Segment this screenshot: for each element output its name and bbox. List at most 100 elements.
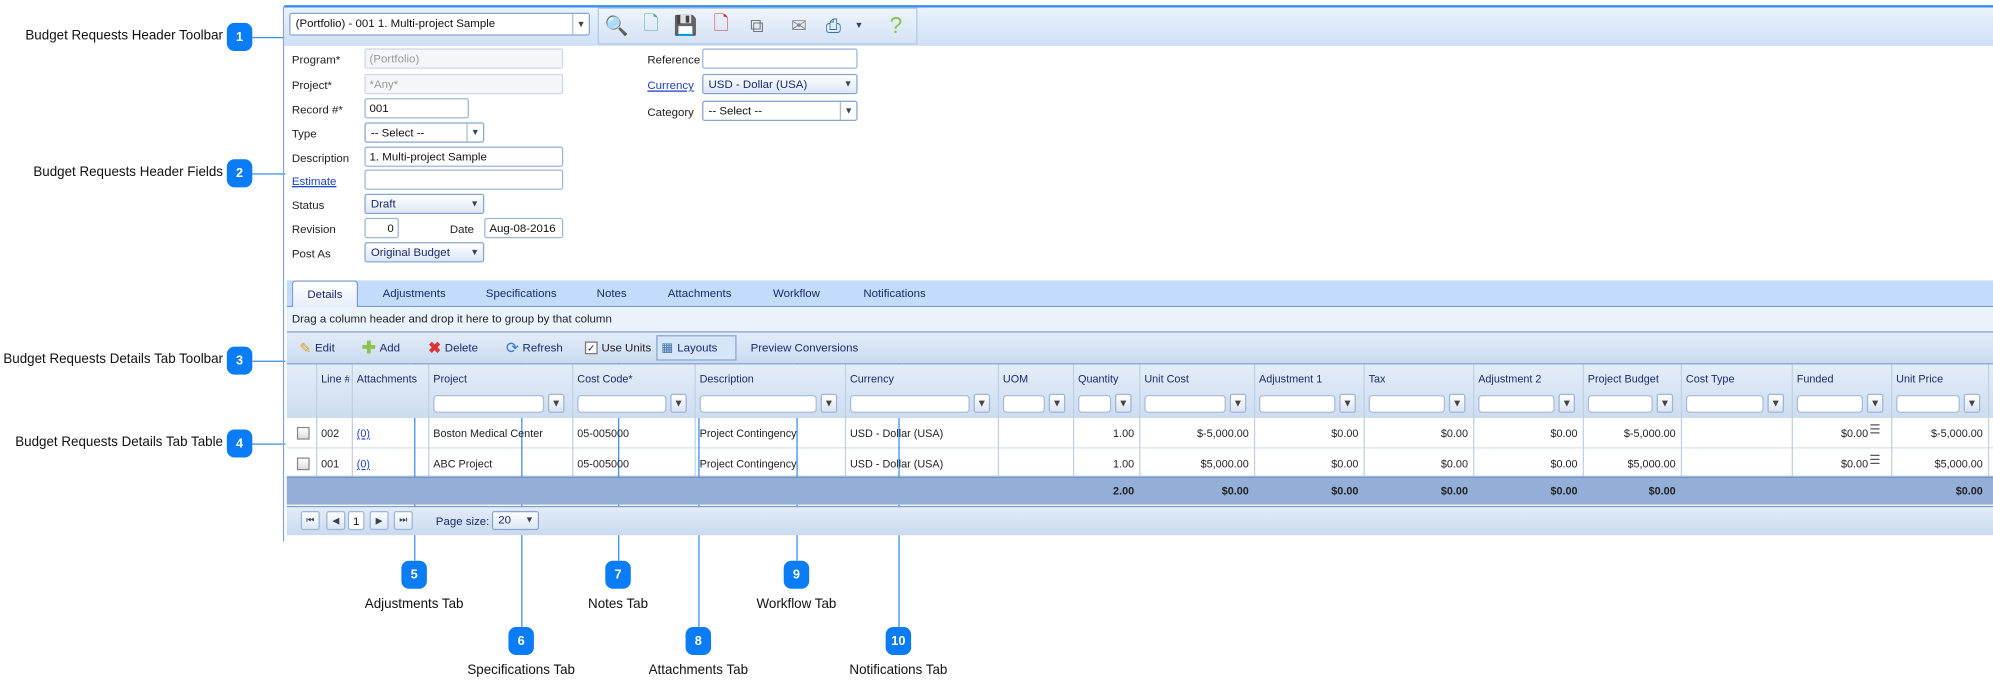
description-field[interactable]: 1. Multi-project Sample: [364, 146, 564, 167]
filter-icon[interactable]: ▼: [1656, 393, 1674, 413]
estimate-link[interactable]: Estimate: [292, 175, 337, 188]
row-checkbox[interactable]: [296, 457, 310, 471]
row-checkbox[interactable]: [296, 426, 310, 440]
column-header[interactable]: Project: [433, 372, 569, 385]
column-filter-input[interactable]: [1078, 395, 1112, 413]
help-icon[interactable]: ?: [882, 11, 910, 39]
column-filter-input[interactable]: [577, 395, 667, 413]
add-button[interactable]: ✚ Add: [362, 335, 400, 360]
tab-specifications[interactable]: Specifications: [484, 280, 558, 305]
delete-document-icon[interactable]: 🗋: [707, 11, 735, 39]
tab-workflow[interactable]: Workflow: [765, 280, 829, 305]
reference-field[interactable]: [702, 48, 858, 69]
tab-notes[interactable]: Notes: [593, 280, 631, 305]
column-filter-input[interactable]: [1587, 395, 1653, 413]
copy-icon[interactable]: ⧉: [743, 11, 771, 39]
table-cell: $-5,000.00: [1931, 426, 1983, 440]
column-header[interactable]: UOM: [1003, 372, 1071, 385]
next-page-icon[interactable]: ▶: [369, 510, 389, 531]
save-icon[interactable]: 💾: [672, 11, 700, 39]
new-document-icon[interactable]: 🗋: [637, 11, 665, 39]
callout-badge: 4: [226, 429, 253, 458]
type-select[interactable]: -- Select -- ▼: [364, 122, 485, 143]
column-filter-input[interactable]: [1368, 395, 1446, 413]
funding-details-icon[interactable]: ☰: [1869, 424, 1882, 438]
tab-notifications[interactable]: Notifications: [856, 280, 932, 305]
post-as-select[interactable]: Original Budget ▼: [364, 242, 485, 263]
revision-field[interactable]: 0: [364, 217, 399, 239]
column-filter-input[interactable]: [1002, 395, 1045, 413]
status-select[interactable]: Draft ▼: [364, 193, 485, 215]
column-header[interactable]: Unit Cost: [1144, 372, 1251, 385]
column-filter-input[interactable]: [1259, 395, 1336, 413]
filter-icon[interactable]: ▼: [1963, 393, 1981, 413]
preview-conversions-button[interactable]: Preview Conversions: [751, 335, 859, 360]
filter-icon[interactable]: ▼: [1767, 393, 1785, 413]
filter-icon[interactable]: ▼: [1048, 393, 1066, 413]
column-header[interactable]: Quantity: [1078, 372, 1137, 385]
filter-icon[interactable]: ▼: [1866, 393, 1884, 413]
filter-icon[interactable]: ▼: [1558, 393, 1576, 413]
column-filter-input[interactable]: [1896, 395, 1960, 413]
print-icon[interactable]: ⎙: [819, 11, 847, 39]
column-filter-input[interactable]: [1685, 395, 1764, 413]
category-select[interactable]: -- Select -- ▼: [702, 100, 858, 122]
filter-icon[interactable]: ▼: [1115, 393, 1132, 413]
project-field[interactable]: *Any*: [364, 73, 564, 95]
tab-attachments[interactable]: Attachments: [660, 280, 739, 305]
currency-select[interactable]: USD - Dollar (USA) ▼: [702, 73, 858, 95]
column-header[interactable]: Description: [700, 372, 843, 385]
search-icon[interactable]: 🔍: [603, 11, 631, 39]
filter-icon[interactable]: ▼: [670, 393, 687, 413]
column-header[interactable]: Unit Price: [1896, 372, 1985, 385]
last-page-icon[interactable]: ⏭: [393, 510, 413, 531]
column-header[interactable]: Adjustment 2: [1478, 372, 1580, 385]
filter-icon[interactable]: ▼: [973, 393, 991, 413]
column-header[interactable]: Currency: [850, 372, 995, 385]
group-by-panel[interactable]: Drag a column header and drop it here to…: [286, 307, 1993, 333]
attachments-link[interactable]: (0): [357, 457, 423, 470]
page-size-select[interactable]: 20 ▼: [491, 510, 540, 531]
filter-icon[interactable]: ▼: [547, 393, 565, 413]
column-header[interactable]: Cost Code*: [577, 372, 692, 385]
column-header[interactable]: Project Budget: [1588, 372, 1678, 385]
column-filter-input[interactable]: [1478, 395, 1555, 413]
date-field[interactable]: Aug-08-2016: [484, 217, 564, 239]
tab-adjustments[interactable]: Adjustments: [380, 280, 449, 305]
delete-button[interactable]: ✖ Delete: [428, 335, 478, 360]
column-filter-input[interactable]: [1144, 395, 1226, 413]
status-value: Draft: [370, 197, 396, 211]
column-header[interactable]: Adjustment 1: [1259, 372, 1361, 385]
use-units-checkbox[interactable]: ✓ Use Units: [584, 335, 651, 360]
funding-details-icon[interactable]: ☰: [1869, 454, 1882, 469]
attachments-link[interactable]: (0): [357, 427, 423, 440]
edit-button[interactable]: ✎ Edit: [299, 335, 334, 360]
program-field[interactable]: (Portfolio): [364, 48, 564, 69]
column-header[interactable]: Attachments: [357, 372, 426, 385]
refresh-button[interactable]: ⟳ Refresh: [506, 335, 563, 360]
filter-icon[interactable]: ▼: [820, 393, 838, 413]
filter-icon[interactable]: ▼: [1229, 393, 1247, 413]
record-field[interactable]: 001: [364, 98, 469, 119]
email-icon[interactable]: ✉: [785, 11, 813, 39]
column-filter-input[interactable]: [1796, 395, 1864, 413]
estimate-field[interactable]: [364, 169, 564, 190]
first-page-icon[interactable]: ⏮: [300, 510, 320, 531]
column-filter-input[interactable]: [849, 395, 970, 413]
filter-icon[interactable]: ▼: [1339, 393, 1356, 413]
column-header[interactable]: Funded: [1797, 372, 1889, 385]
column-header[interactable]: Cost Type: [1686, 372, 1789, 385]
column-header[interactable]: Line #: [321, 372, 349, 385]
prev-page-icon[interactable]: ◀: [326, 510, 346, 531]
column-filter-input[interactable]: [699, 395, 817, 413]
currency-link[interactable]: Currency: [647, 79, 694, 92]
record-selector[interactable]: (Portfolio) - 001 1. Multi-project Sampl…: [289, 12, 591, 36]
current-page[interactable]: 1: [347, 510, 365, 531]
column-header[interactable]: Tax: [1369, 372, 1471, 385]
layouts-button[interactable]: ▦ Layouts: [656, 335, 737, 361]
column-filter-input[interactable]: [433, 395, 545, 413]
filter-icon[interactable]: ▼: [1448, 393, 1466, 413]
tab-details[interactable]: Details: [291, 280, 359, 308]
status-label: Status: [291, 198, 325, 212]
print-dropdown-icon[interactable]: ▼: [851, 11, 866, 39]
